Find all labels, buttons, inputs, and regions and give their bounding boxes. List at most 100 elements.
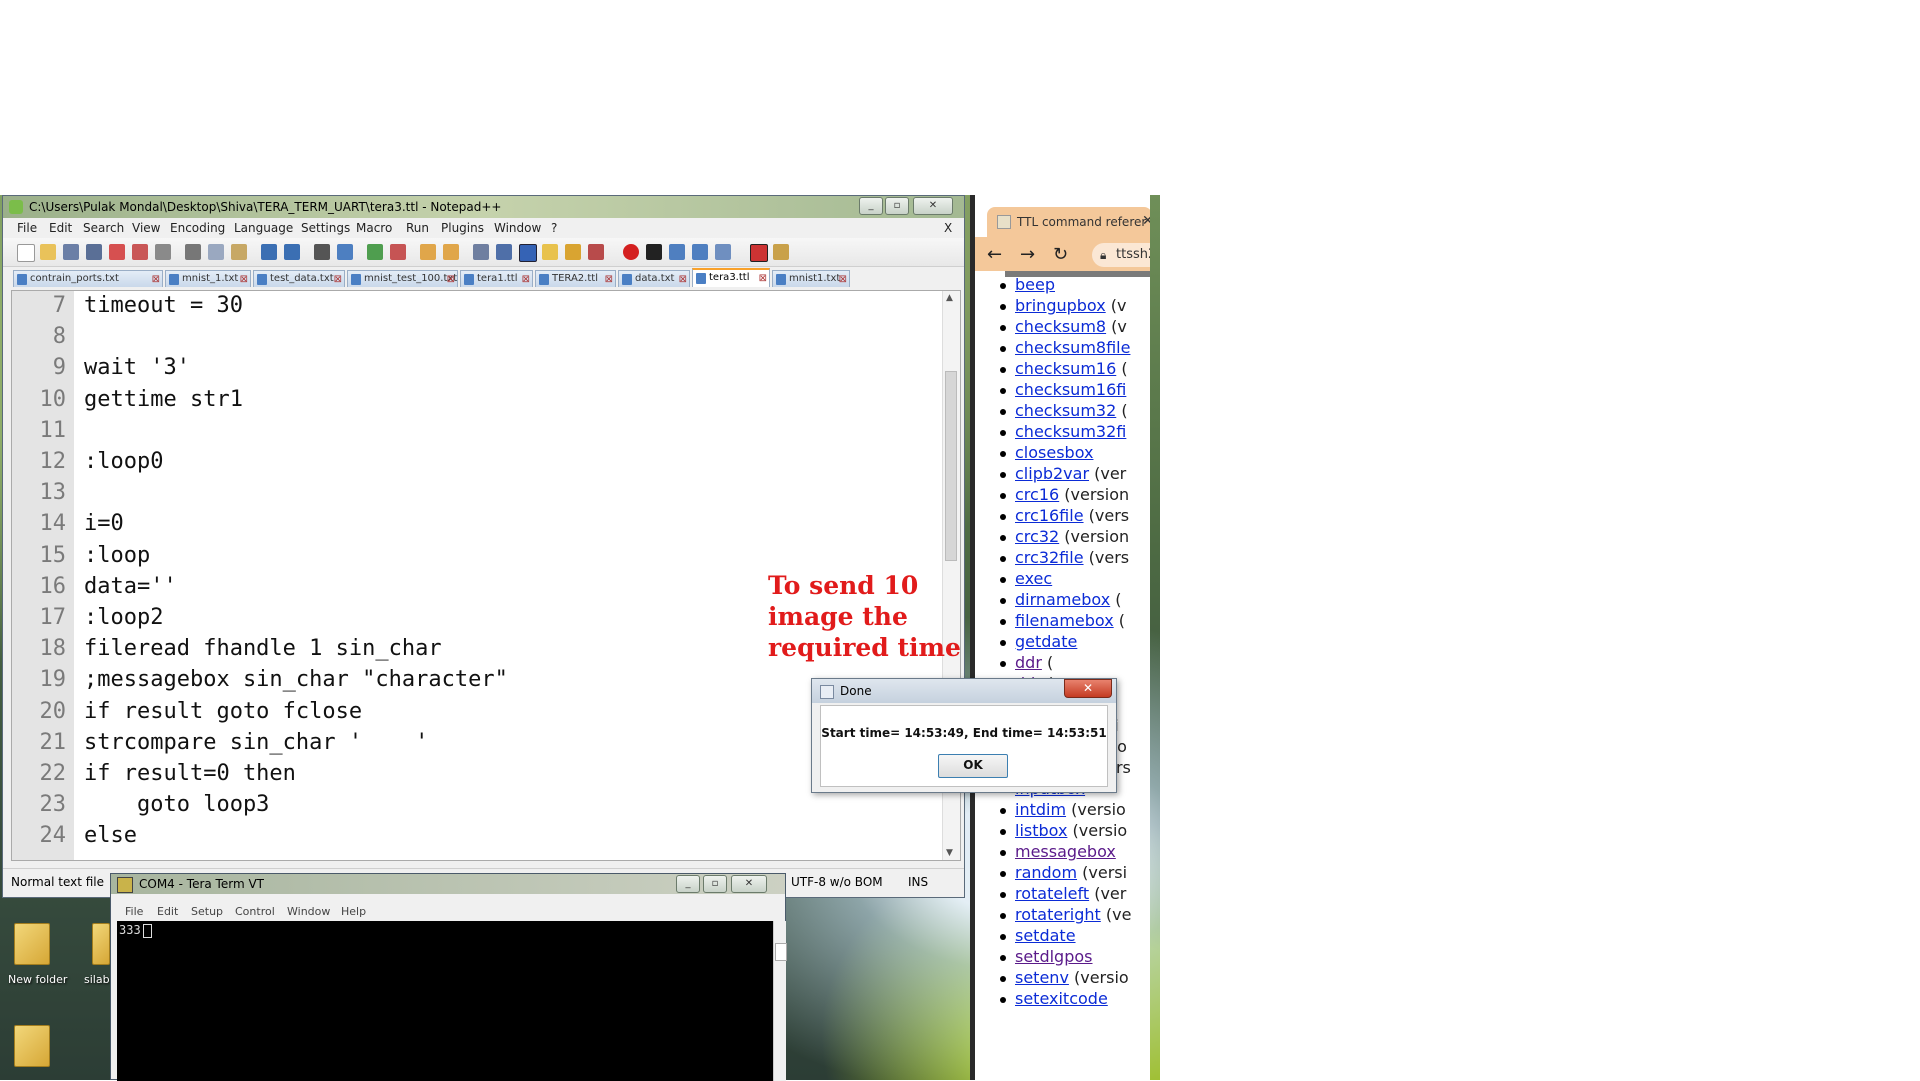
play-macro-icon[interactable]	[669, 244, 685, 260]
save-macro-icon[interactable]	[715, 244, 731, 260]
minimize-button[interactable]: _	[859, 197, 883, 215]
command-link[interactable]: ddr	[1015, 653, 1042, 672]
doc-map-icon[interactable]	[542, 244, 558, 260]
menu-setup[interactable]: Setup	[191, 905, 223, 918]
tab-tera1[interactable]: tera1.ttl ⊠	[460, 270, 533, 287]
menu-macro[interactable]: Macro	[356, 221, 392, 235]
tab-close-icon[interactable]: ⊠	[240, 272, 248, 287]
minimize-button[interactable]: _	[676, 875, 700, 893]
tab-close-icon[interactable]: ⊠	[759, 271, 767, 287]
menu-search[interactable]: Search	[83, 221, 124, 235]
print-icon[interactable]	[155, 244, 171, 260]
tab-close-icon[interactable]: ⊠	[679, 272, 687, 287]
command-link[interactable]: setexitcode	[1015, 989, 1108, 1008]
command-link[interactable]: checksum16	[1015, 359, 1116, 378]
sync-vertical-icon[interactable]	[420, 244, 436, 260]
spell-check-icon[interactable]	[750, 244, 768, 262]
command-link[interactable]: crc32file	[1015, 548, 1084, 567]
close-button[interactable]: ✕	[913, 197, 953, 215]
command-link[interactable]: listbox	[1015, 821, 1067, 840]
folder-workspace-icon[interactable]	[588, 244, 604, 260]
tab-close-icon[interactable]: ⊠	[152, 272, 160, 287]
title-bar[interactable]: C:\Users\Pulak Mondal\Desktop\Shiva\TERA…	[3, 196, 964, 218]
redo-icon[interactable]	[284, 244, 300, 260]
command-link[interactable]: messagebox	[1015, 842, 1116, 861]
command-link[interactable]: dirnamebox	[1015, 590, 1110, 609]
maximize-button[interactable]: ▫	[703, 875, 727, 893]
title-bar[interactable]: COM4 - Tera Term VT _ ▫ ✕	[111, 874, 785, 894]
close-icon[interactable]	[109, 244, 125, 260]
function-list-icon[interactable]	[565, 244, 581, 260]
forward-arrow-icon[interactable]: →	[1020, 244, 1035, 265]
menu-edit[interactable]: Edit	[157, 905, 178, 918]
word-wrap-icon[interactable]	[473, 244, 489, 260]
command-link[interactable]: bringupbox	[1015, 296, 1106, 315]
scroll-down-arrow-icon[interactable]: ▼	[946, 848, 953, 858]
back-arrow-icon[interactable]: ←	[987, 244, 1002, 265]
command-link[interactable]: exec	[1015, 569, 1052, 588]
zoom-out-icon[interactable]	[390, 244, 406, 260]
menu-view[interactable]: View	[132, 221, 160, 235]
command-link[interactable]: checksum8file	[1015, 338, 1130, 357]
menu-window[interactable]: Window	[287, 905, 330, 918]
sync-horizontal-icon[interactable]	[443, 244, 459, 260]
close-all-icon[interactable]	[132, 244, 148, 260]
command-link[interactable]: setdlgpos	[1015, 947, 1093, 966]
menu-plugins[interactable]: Plugins	[441, 221, 484, 235]
menu-file[interactable]: File	[17, 221, 37, 235]
paste-icon[interactable]	[231, 244, 247, 260]
tab-data[interactable]: data.txt ⊠	[618, 270, 690, 287]
command-link[interactable]: random	[1015, 863, 1077, 882]
copy-icon[interactable]	[208, 244, 224, 260]
tab-close-icon[interactable]: ⊠	[605, 272, 613, 287]
indent-guide-icon[interactable]	[519, 244, 537, 262]
menu-encoding[interactable]: Encoding	[170, 221, 225, 235]
replace-icon[interactable]	[337, 244, 353, 260]
tab-tera3[interactable]: tera3.ttl ⊠	[692, 268, 770, 287]
tab-contrain-ports[interactable]: contrain_ports.txt ⊠	[13, 270, 163, 287]
menu-file[interactable]: File	[125, 905, 143, 918]
command-link[interactable]: clipb2var	[1015, 464, 1089, 483]
command-link[interactable]: setdate	[1015, 926, 1076, 945]
command-link[interactable]: rotateright	[1015, 905, 1101, 924]
show-all-characters-icon[interactable]	[496, 244, 512, 260]
record-macro-icon[interactable]	[623, 244, 639, 260]
new-file-icon[interactable]	[17, 244, 35, 262]
tab-test-data[interactable]: test_data.txt ⊠	[253, 270, 345, 287]
save-all-icon[interactable]	[86, 244, 102, 260]
close-button[interactable]: ✕	[731, 875, 767, 893]
address-bar[interactable]: 🔒︎ ttssh2	[1092, 243, 1150, 267]
tab-tera2[interactable]: TERA2.ttl ⊠	[535, 270, 616, 287]
command-link[interactable]: checksum16fi	[1015, 380, 1126, 399]
command-link[interactable]: checksum32	[1015, 401, 1116, 420]
ok-button[interactable]: OK	[938, 754, 1008, 778]
undo-icon[interactable]	[261, 244, 277, 260]
command-link[interactable]: getdate	[1015, 632, 1077, 651]
reload-icon[interactable]: ↻	[1053, 244, 1068, 265]
command-link[interactable]: setenv	[1015, 968, 1069, 987]
terminal-screen[interactable]: 333	[117, 921, 773, 1081]
folder-icon[interactable]	[14, 923, 50, 965]
tab-mnist-1[interactable]: mnist_1.txt ⊠	[165, 270, 251, 287]
menu-help[interactable]: Help	[341, 905, 366, 918]
close-button[interactable]: ✕	[1064, 679, 1112, 698]
tab-mnist-test-100[interactable]: mnist_test_100.txt ⊠	[347, 270, 458, 287]
command-link[interactable]: closesbox	[1015, 443, 1093, 462]
folder-icon[interactable]	[14, 1025, 50, 1067]
tab-close-icon[interactable]: ✕	[1142, 213, 1150, 229]
command-link[interactable]: beep	[1015, 275, 1055, 294]
command-link[interactable]: rotateleft	[1015, 884, 1089, 903]
vertical-scrollbar[interactable]	[773, 921, 787, 1081]
menu-run[interactable]: Run	[406, 221, 429, 235]
close-document-button[interactable]: X	[944, 221, 952, 235]
command-link[interactable]: intdim	[1015, 800, 1066, 819]
tab-close-icon[interactable]: ⊠	[447, 272, 455, 287]
tab-mnist1[interactable]: mnist1.txt ⊠	[772, 270, 850, 287]
save-icon[interactable]	[63, 244, 79, 260]
run-macro-multiple-icon[interactable]	[692, 244, 708, 260]
scroll-up-arrow-icon[interactable]: ▲	[946, 293, 953, 303]
scrollbar-thumb[interactable]	[775, 943, 787, 961]
cut-icon[interactable]	[185, 244, 201, 260]
menu-settings[interactable]: Settings	[301, 221, 350, 235]
menu-language[interactable]: Language	[234, 221, 293, 235]
